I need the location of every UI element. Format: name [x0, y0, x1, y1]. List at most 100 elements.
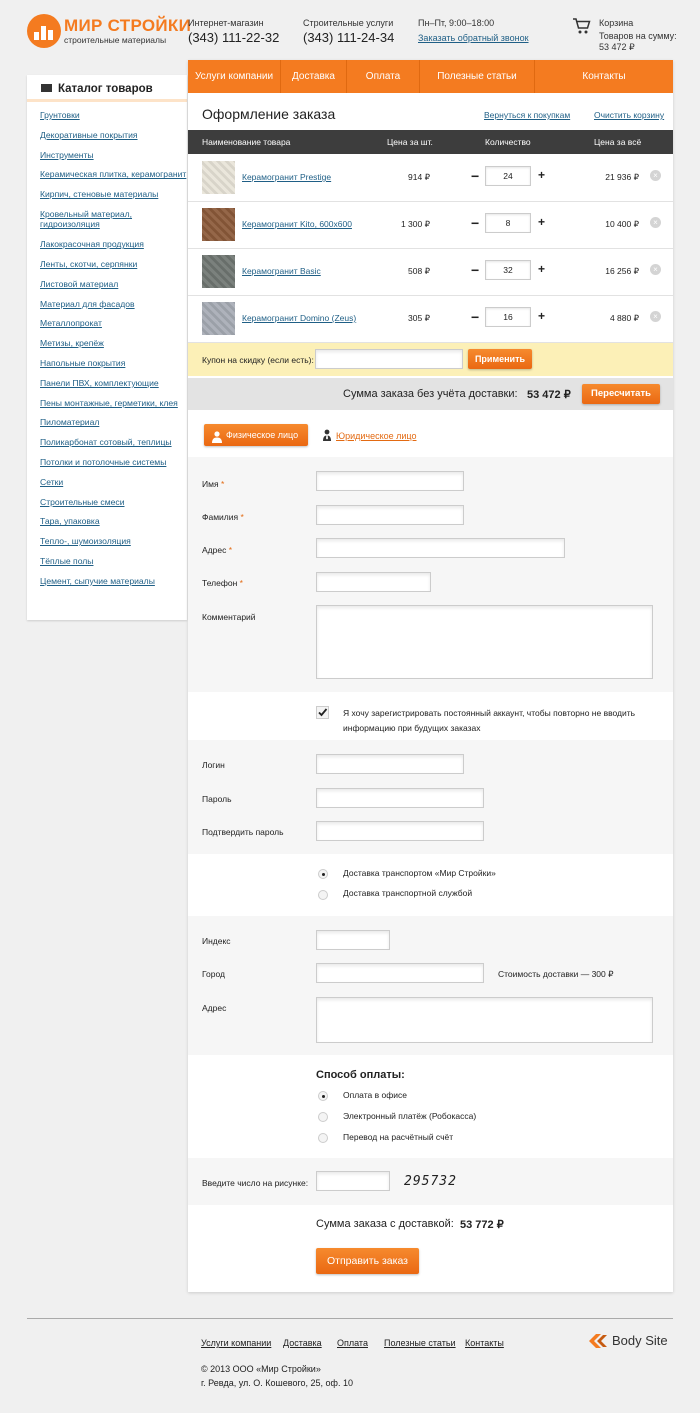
bodysite-logo-icon[interactable]: [585, 1331, 609, 1351]
payment-option-radio[interactable]: [318, 1112, 328, 1122]
catalog-item-link[interactable]: Тепло-, шумоизоляция: [40, 536, 131, 546]
quantity-decrease-button[interactable]: −: [471, 262, 479, 278]
remove-item-icon[interactable]: ×: [650, 170, 661, 181]
catalog-item-link[interactable]: Метизы, крепёж: [40, 338, 104, 348]
catalog-item-link[interactable]: Сетки: [40, 477, 63, 487]
catalog-item-link[interactable]: Тёплые полы: [40, 556, 93, 566]
catalog-item: Панели ПВХ, комплектующие: [40, 378, 187, 389]
total-label: Сумма заказа с доставкой:: [316, 1218, 454, 1230]
apply-coupon-button[interactable]: Применить: [468, 349, 532, 369]
quantity-input[interactable]: 24: [485, 166, 531, 186]
remove-item-icon[interactable]: ×: [650, 311, 661, 322]
product-thumbnail[interactable]: [202, 255, 235, 288]
recalculate-button[interactable]: Пересчитать: [582, 384, 660, 404]
city-input[interactable]: [316, 963, 484, 983]
footer-link[interactable]: Доставка: [283, 1338, 322, 1348]
delivery-address-textarea[interactable]: [316, 997, 653, 1043]
quantity-decrease-button[interactable]: −: [471, 309, 479, 325]
cart-icon[interactable]: [572, 17, 592, 35]
confirm-password-input[interactable]: [316, 821, 484, 841]
callback-link[interactable]: Заказать обратный звонок: [418, 33, 529, 43]
nav-item[interactable]: Услуги компании: [188, 60, 281, 93]
quantity-increase-button[interactable]: +: [538, 262, 545, 276]
product-name-link[interactable]: Керамогранит Domino (Zeus): [242, 313, 356, 323]
remove-item-icon[interactable]: ×: [650, 217, 661, 228]
footer-link[interactable]: Полезные статьи: [384, 1338, 456, 1348]
product-total: 16 256 ₽: [605, 266, 639, 276]
catalog-item-link[interactable]: Напольные покрытия: [40, 358, 125, 368]
address-input[interactable]: [316, 538, 565, 558]
catalog-item-link[interactable]: Инструменты: [40, 150, 94, 160]
product-total: 10 400 ₽: [605, 219, 639, 229]
name-input[interactable]: [316, 471, 464, 491]
surname-input[interactable]: [316, 505, 464, 525]
payment-option-radio[interactable]: [318, 1133, 328, 1143]
quantity-input[interactable]: 8: [485, 213, 531, 233]
nav-item[interactable]: Полезные статьи: [420, 60, 535, 93]
catalog-item-link[interactable]: Кровельный материал, гидроизоляция: [40, 209, 132, 230]
catalog-item-link[interactable]: Ленты, скотчи, серпянки: [40, 259, 137, 269]
footer-link[interactable]: Контакты: [465, 1338, 504, 1348]
coupon-input[interactable]: [315, 349, 463, 369]
index-input[interactable]: [316, 930, 390, 950]
footer-link[interactable]: Оплата: [337, 1338, 368, 1348]
register-checkbox[interactable]: [316, 706, 329, 719]
catalog-item-link[interactable]: Листовой материал: [40, 279, 118, 289]
product-thumbnail[interactable]: [202, 302, 235, 335]
catalog-item-link[interactable]: Панели ПВХ, комплектующие: [40, 378, 159, 388]
catalog-item-link[interactable]: Керамическая плитка, керамогранит: [40, 169, 186, 179]
footer-link[interactable]: Услуги компании: [201, 1338, 271, 1348]
tab-legal-entity[interactable]: Юридическое лицо: [336, 431, 417, 441]
catalog-item-link[interactable]: Материал для фасадов: [40, 299, 135, 309]
tab-physical-person[interactable]: Физическое лицо: [204, 424, 308, 446]
nav-item[interactable]: Оплата: [347, 60, 420, 93]
quantity-increase-button[interactable]: +: [538, 309, 545, 323]
login-input[interactable]: [316, 754, 464, 774]
remove-item-icon[interactable]: ×: [650, 264, 661, 275]
product-name-link[interactable]: Керамогранит Prestige: [242, 172, 331, 182]
catalog-item-link[interactable]: Потолки и потолочные системы: [40, 457, 166, 467]
nav-item[interactable]: Контакты: [535, 60, 673, 93]
product-name-link[interactable]: Керамогранит Basic: [242, 266, 321, 276]
captcha-label: Введите число на рисунке:: [202, 1178, 309, 1188]
catalog-item: Тара, упаковка: [40, 516, 187, 527]
delivery-own-radio[interactable]: [318, 869, 328, 879]
logo-icon[interactable]: [27, 14, 61, 48]
catalog-item-link[interactable]: Лакокрасочная продукция: [40, 239, 144, 249]
comment-textarea[interactable]: [316, 605, 653, 679]
catalog-sidebar: Каталог товаров Грунтовки Декоративные по…: [27, 75, 187, 620]
catalog-item-link[interactable]: Грунтовки: [40, 110, 80, 120]
submit-order-button[interactable]: Отправить заказ: [316, 1248, 419, 1274]
comment-label: Комментарий: [202, 612, 256, 622]
captcha-input[interactable]: [316, 1171, 390, 1191]
product-name-link[interactable]: Керамогранит Kito, 600х600: [242, 219, 352, 229]
delivery-service-radio[interactable]: [318, 890, 328, 900]
payment-option-radio[interactable]: [318, 1091, 328, 1101]
quantity-increase-button[interactable]: +: [538, 215, 545, 229]
cart-label[interactable]: Корзина: [599, 18, 633, 28]
catalog-item-link[interactable]: Цемент, сыпучие материалы: [40, 576, 155, 586]
catalog-item-link[interactable]: Пиломатериал: [40, 417, 99, 427]
catalog-item-link[interactable]: Тара, упаковка: [40, 516, 100, 526]
catalog-item-link[interactable]: Строительные смеси: [40, 497, 125, 507]
quantity-increase-button[interactable]: +: [538, 168, 545, 182]
back-to-shopping-link[interactable]: Вернуться к покупкам: [484, 110, 570, 120]
product-thumbnail[interactable]: [202, 208, 235, 241]
bodysite-logo-text[interactable]: Body Site: [612, 1333, 668, 1348]
phone-input[interactable]: [316, 572, 431, 592]
clear-cart-link[interactable]: Очистить корзину: [594, 110, 664, 120]
quantity-input[interactable]: 16: [485, 307, 531, 327]
catalog-item-link[interactable]: Декоративные покрытия: [40, 130, 138, 140]
product-thumbnail[interactable]: [202, 161, 235, 194]
nav-item[interactable]: Доставка: [281, 60, 347, 93]
services-phone: (343) 111-24-34: [303, 30, 395, 45]
catalog-item-link[interactable]: Металлопрокат: [40, 318, 102, 328]
catalog-item-link[interactable]: Поликарбонат сотовый, теплицы: [40, 437, 172, 447]
quantity-decrease-button[interactable]: −: [471, 215, 479, 231]
logo-title[interactable]: МИР СТРОЙКИ: [64, 16, 191, 36]
password-input[interactable]: [316, 788, 484, 808]
catalog-item-link[interactable]: Пены монтажные, герметики, клея: [40, 398, 178, 408]
catalog-item-link[interactable]: Кирпич, стеновые материалы: [40, 189, 158, 199]
quantity-decrease-button[interactable]: −: [471, 168, 479, 184]
quantity-input[interactable]: 32: [485, 260, 531, 280]
